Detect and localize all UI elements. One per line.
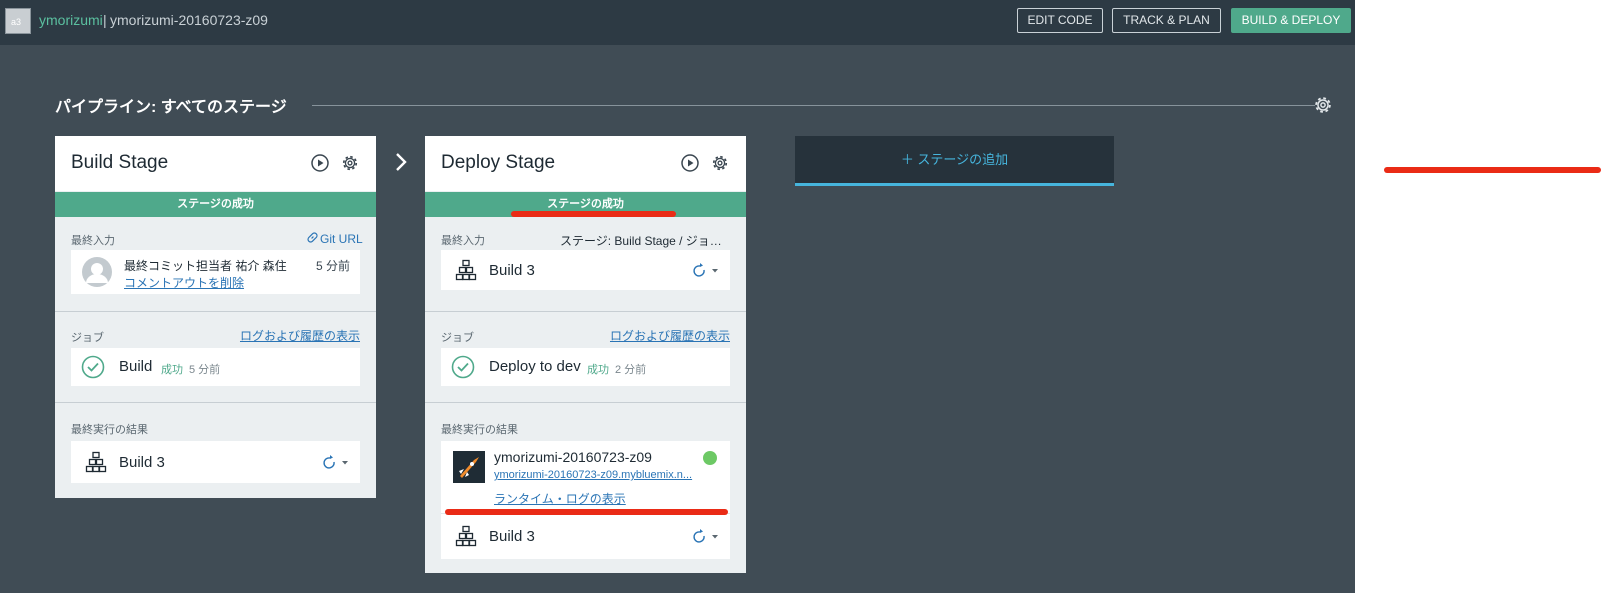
jobs-history-link[interactable]: ログおよび履歴の表示 — [240, 327, 360, 344]
gear-icon[interactable] — [710, 153, 730, 173]
result-build-name: Build 3 — [489, 528, 535, 545]
jobs-label: ジョブ — [71, 332, 104, 344]
app-url-link[interactable]: ymorizumi-20160723-z09.mybluemix.n... — [494, 469, 692, 481]
build-stage-card: Build Stage ステージの成功 最終入力 Git URL 最終コミット担… — [55, 136, 376, 498]
stage-status-banner: ステージの成功 — [55, 192, 376, 217]
build-icon — [455, 259, 477, 281]
result-label: 最終実行の結果 — [441, 424, 518, 436]
chevron-right-icon — [396, 153, 407, 171]
commit-message-link[interactable]: コメントアウトを削除 — [124, 274, 244, 291]
header-separator: | — [103, 12, 107, 28]
job-time: 2 分前 — [615, 364, 647, 376]
section-divider — [425, 402, 746, 403]
check-circle-icon — [451, 355, 475, 379]
pipeline-title: パイプライン: すべてのステージ — [55, 99, 287, 116]
runtime-log-link[interactable]: ランタイム・ログの表示 — [494, 490, 626, 507]
annotation-underline — [1384, 167, 1601, 173]
commit-tile: 最終コミット担当者 祐介 森住 5 分前 コメントアウトを削除 — [71, 250, 360, 294]
input-build-name: Build 3 — [489, 262, 535, 279]
annotation-underline — [511, 211, 676, 217]
job-tile[interactable]: Build 成功 5 分前 — [71, 348, 360, 386]
job-name: Deploy to dev — [489, 358, 581, 375]
result-build-tile[interactable]: Build 3 — [71, 441, 360, 483]
job-name: Build — [119, 358, 153, 375]
result-tile: ymorizumi-20160723-z09 ymorizumi-2016072… — [441, 441, 730, 559]
deploy-stage-header: Deploy Stage — [425, 136, 746, 191]
app-icon — [453, 451, 485, 483]
build-stage-header: Build Stage — [55, 136, 376, 191]
job-time: 5 分前 — [189, 364, 221, 376]
play-icon[interactable] — [680, 153, 700, 173]
annotation-underline — [445, 509, 728, 515]
add-stage-button[interactable]: ＋ ステージの追加 — [795, 136, 1114, 186]
play-icon[interactable] — [310, 153, 330, 173]
job-status: 成功 — [587, 364, 609, 376]
stage-title: Build Stage — [71, 152, 169, 173]
input-source: ステージ: Build Stage / ジョ… — [560, 234, 722, 248]
app-name: ymorizumi-20160723-z09 — [494, 449, 652, 465]
redeploy-icon[interactable] — [691, 527, 721, 545]
section-divider — [55, 311, 376, 312]
track-plan-button[interactable]: TRACK & PLAN — [1112, 8, 1221, 33]
jobs-label: ジョブ — [441, 332, 474, 344]
section-divider — [55, 402, 376, 403]
status-dot-icon — [703, 451, 717, 465]
jobs-history-link[interactable]: ログおよび履歴の表示 — [610, 327, 730, 344]
build-icon — [85, 451, 107, 473]
redeploy-icon[interactable] — [691, 261, 721, 279]
section-divider — [425, 311, 746, 312]
avatar-icon — [82, 257, 112, 287]
redeploy-icon[interactable] — [321, 453, 351, 471]
job-status: 成功 — [161, 364, 183, 376]
input-build-tile[interactable]: Build 3 — [441, 250, 730, 290]
stage-title: Deploy Stage — [441, 152, 556, 173]
result-label: 最終実行の結果 — [71, 424, 148, 436]
org-avatar-text: a3 — [11, 17, 22, 27]
pipeline-divider — [312, 105, 1315, 106]
edit-code-button[interactable]: EDIT CODE — [1017, 8, 1103, 33]
add-stage-label: ＋ ステージの追加 — [900, 152, 1009, 167]
top-bar: a3 ymorizumi | ymorizumi-20160723-z09 ED… — [0, 0, 1355, 45]
commit-author: 最終コミット担当者 祐介 森住 — [124, 259, 287, 273]
input-label: 最終入力 — [71, 235, 115, 247]
org-avatar[interactable]: a3 — [5, 8, 31, 34]
gear-icon[interactable] — [1312, 94, 1334, 116]
deploy-stage-card: Deploy Stage ステージの成功 最終入力 ステージ: Build St… — [425, 136, 746, 573]
app-name: ymorizumi-20160723-z09 — [110, 12, 268, 28]
app-shell: a3 ymorizumi | ymorizumi-20160723-z09 ED… — [0, 0, 1355, 593]
input-label: 最終入力 — [441, 235, 485, 247]
job-tile[interactable]: Deploy to dev 成功 2 分前 — [441, 348, 730, 386]
git-url-link[interactable]: Git URL — [320, 232, 363, 246]
org-name-link[interactable]: ymorizumi — [39, 12, 103, 28]
link-icon — [307, 232, 318, 243]
check-circle-icon — [81, 355, 105, 379]
commit-time: 5 分前 — [316, 259, 351, 273]
gear-icon[interactable] — [340, 153, 360, 173]
build-deploy-button[interactable]: BUILD & DEPLOY — [1231, 8, 1351, 33]
build-icon — [455, 525, 477, 547]
result-build-name: Build 3 — [119, 454, 165, 471]
